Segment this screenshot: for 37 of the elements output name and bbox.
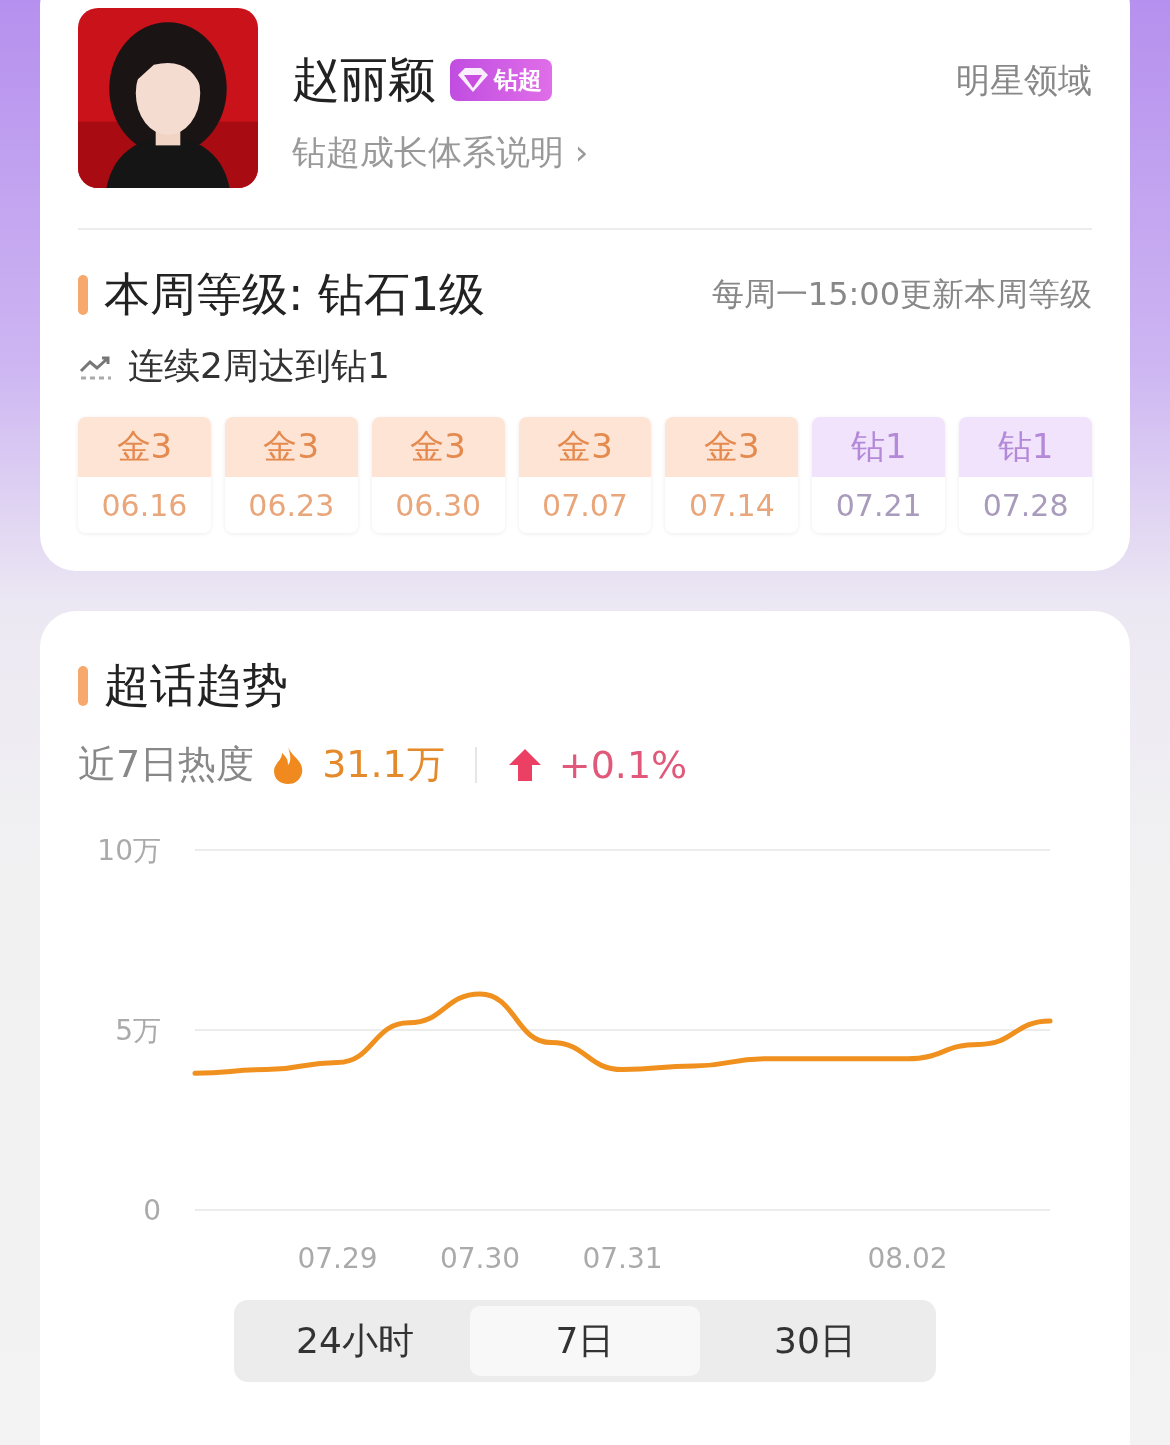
week-grade: 金3 [518,417,652,477]
heat-label: 近7日热度 [78,741,255,788]
range-tab[interactable]: 30日 [700,1306,930,1376]
range-tab[interactable]: 24小时 [240,1306,470,1376]
week-grade: 金3 [371,417,505,477]
week-grade: 金3 [78,417,211,477]
axis-label: 08.02 [867,1242,948,1275]
week-grade: 钻1 [959,417,1092,477]
week-grade: 金3 [224,417,358,477]
section-marker [78,275,88,315]
axis-label: 0 [143,1194,161,1227]
section-marker [78,666,88,706]
streak-text: 连续2周达到钻1 [128,344,390,388]
axis-label: 5万 [115,1014,161,1047]
week-date: 06.16 [78,477,211,533]
week-grade: 金3 [665,417,799,477]
week-date: 07.07 [518,477,652,533]
range-tab[interactable]: 7日 [470,1306,700,1376]
change-value: +0.1% [558,742,688,787]
tier-badge: 钻超 [450,59,552,101]
week-date: 06.23 [224,477,358,533]
week-date: 07.21 [812,477,946,533]
axis-label: 07.31 [582,1242,663,1275]
star-name: 赵丽颖 [292,50,436,109]
domain-label: 明星领域 [956,59,1092,102]
diamond-icon [456,66,490,94]
week-date: 06.30 [371,477,505,533]
section-title: 超话趋势 [104,657,288,714]
week-date: 07.28 [959,477,1092,533]
axis-label: 10万 [97,834,161,867]
axis-label: 07.29 [297,1242,378,1275]
week-grade: 钻1 [812,417,946,477]
heat-value: 31.1万 [322,741,445,788]
section-title: 本周等级: 钻石1级 [104,266,486,323]
update-note: 每周一15:00更新本周等级 [711,274,1092,315]
axis-label: 07.30 [439,1242,521,1275]
week-date: 07.14 [665,477,799,533]
